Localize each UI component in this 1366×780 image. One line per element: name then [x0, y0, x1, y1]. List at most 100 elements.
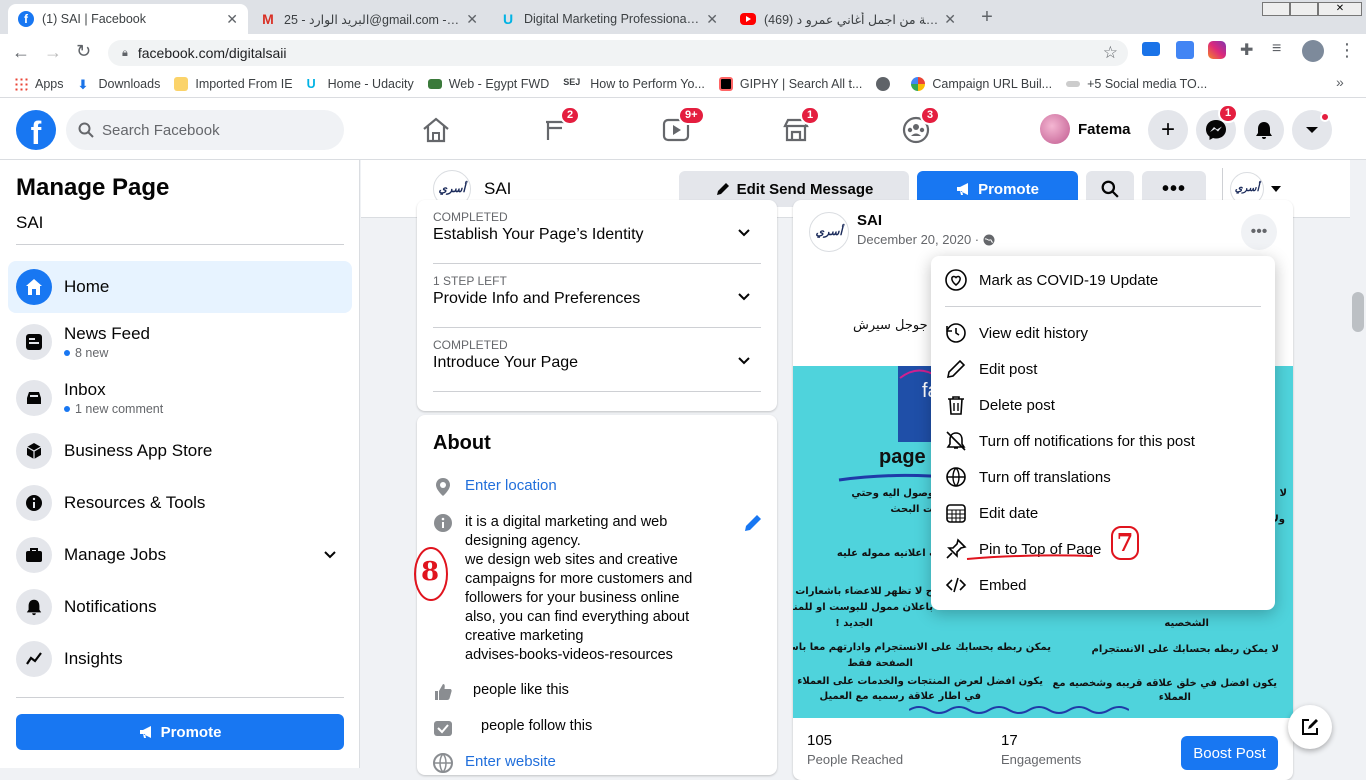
home-nav-icon[interactable] [420, 114, 452, 146]
sidebar-item-label: Insights [64, 649, 123, 668]
post-date[interactable]: December 20, 2020 · [857, 232, 979, 247]
profile-chip[interactable]: Fatema [1040, 112, 1141, 146]
bookmark-campaign[interactable]: Campaign URL Buil... [911, 76, 1052, 91]
follow-check-icon [434, 721, 452, 736]
bookmark-social[interactable]: +5 Social media TO... [1066, 77, 1207, 91]
bookmark-imported[interactable]: Imported From IE [174, 76, 293, 91]
translate-extension-icon[interactable] [1176, 41, 1194, 59]
bookmark-star-icon[interactable]: ☆ [1103, 43, 1118, 63]
close-icon[interactable]: ✕ [226, 11, 238, 28]
pencil-icon [946, 359, 966, 379]
more-bookmarks-icon[interactable]: » [1336, 74, 1344, 90]
description-line: we design web sites and creative [465, 552, 678, 568]
close-icon[interactable]: ✕ [944, 11, 956, 28]
menu-item-covid[interactable]: Mark as COVID-19 Update [945, 262, 1261, 298]
gmail-favicon: M [262, 11, 274, 27]
post-author[interactable]: SAI [857, 212, 882, 229]
location-link[interactable]: Enter location [465, 477, 557, 494]
tab-gmail[interactable]: M البريد الوارد - 25@gmail.com - Gmail ✕ [250, 4, 488, 34]
bookmark-fwd[interactable]: Web - Egypt FWD [427, 77, 549, 91]
sidebar-item-manage-jobs[interactable]: Manage Jobs [8, 529, 352, 581]
sidebar-item-notifications[interactable]: Notifications [8, 581, 352, 633]
extensions-puzzle-icon[interactable]: ✚ [1240, 40, 1253, 60]
menu-item-turn-off-notifications[interactable]: Turn off notifications for this post [945, 423, 1261, 459]
news-feed-icon [16, 324, 52, 360]
divider [945, 306, 1261, 307]
bookmark-label: Apps [35, 76, 64, 91]
sidebar-item-business-app-store[interactable]: Business App Store [8, 425, 352, 477]
post-author-avatar[interactable]: أسري [809, 212, 849, 252]
scrollbar-thumb[interactable] [1352, 292, 1364, 332]
menu-item-edit-post[interactable]: Edit post [945, 351, 1261, 387]
close-window-button[interactable]: ✕ [1318, 2, 1362, 16]
bell-icon [1256, 122, 1272, 139]
pages-nav-icon[interactable]: 2 [540, 106, 581, 146]
fwd-icon [427, 78, 442, 89]
promote-button[interactable]: Promote [16, 714, 344, 750]
groups-nav-icon[interactable]: 3 [900, 106, 941, 146]
page-name[interactable]: SAI [484, 179, 511, 199]
menu-item-edit-date[interactable]: Edit date [945, 495, 1261, 531]
setup-step[interactable]: COMPLETED Establish Your Page’s Identity [433, 210, 761, 264]
sidebar-item-news-feed[interactable]: News Feed 8 new [8, 315, 352, 369]
menu-item-delete-post[interactable]: Delete post [945, 387, 1261, 423]
menu-item-embed[interactable]: Embed [945, 567, 1261, 603]
new-tab-button[interactable]: + [974, 6, 1000, 28]
follows-row: people follow this [433, 718, 592, 738]
messenger-button[interactable]: 1 [1196, 104, 1239, 150]
back-arrow-icon[interactable]: ← [12, 42, 30, 63]
new-message-button[interactable] [1288, 705, 1332, 749]
tab-udacity[interactable]: U Digital Marketing Professional - U ✕ [490, 4, 728, 34]
sidebar-item-inbox[interactable]: Inbox 1 new comment [8, 371, 352, 425]
watch-nav-icon[interactable]: 9+ [660, 106, 705, 146]
profile-avatar[interactable] [1302, 40, 1324, 62]
setup-step[interactable]: COMPLETED Introduce Your Page [433, 338, 761, 392]
tab-youtube[interactable]: (469) ساعة من اجمل أغاني عمرو د ✕ [730, 4, 966, 34]
notifications-button[interactable] [1244, 110, 1284, 150]
location-row[interactable]: Enter location [433, 477, 557, 497]
search-input[interactable]: Search Facebook [66, 110, 344, 150]
account-menu-button[interactable] [1292, 110, 1332, 150]
reload-icon[interactable]: ↻ [76, 41, 91, 62]
step-status: COMPLETED [433, 338, 508, 352]
setup-step[interactable]: 1 STEP LEFT Provide Info and Preferences [433, 274, 761, 328]
sidebar-item-resources-tools[interactable]: Resources & Tools [8, 477, 352, 529]
restore-button[interactable] [1290, 2, 1318, 16]
instagram-extension-icon[interactable] [1208, 41, 1226, 59]
edit-send-message-label: Edit Send Message [736, 180, 874, 198]
edit-pencil-icon[interactable] [743, 513, 763, 533]
facebook-logo[interactable]: f [16, 110, 56, 150]
scrollbar[interactable] [1350, 160, 1366, 768]
compose-icon [1302, 719, 1318, 735]
kebab-menu-icon[interactable]: ⋮ [1338, 40, 1356, 61]
website-link[interactable]: Enter website [465, 753, 556, 770]
home-icon [16, 269, 52, 305]
description-line: advises-books-videos-resources [465, 647, 673, 663]
bookmark-sej[interactable]: SEJ How to Perform Yo... [563, 77, 705, 91]
sidebar-item-insights[interactable]: Insights [8, 633, 352, 685]
tab-title: (469) ساعة من اجمل أغاني عمرو د [764, 12, 939, 27]
pencil-icon [716, 183, 729, 195]
address-bar[interactable]: 🔒︎ facebook.com/digitalsaii ☆ [108, 40, 1128, 66]
bookmark-giphy[interactable]: GIPHY | Search All t... [718, 76, 862, 91]
media-queue-icon[interactable]: ≡ [1272, 40, 1281, 58]
camera-extension-icon[interactable] [1142, 42, 1160, 56]
bookmark-udacity[interactable]: U Home - Udacity [307, 77, 414, 91]
tab-facebook[interactable]: f (1) SAI | Facebook ✕ [8, 4, 248, 34]
bookmark-globe[interactable] [876, 76, 897, 91]
create-button[interactable]: + [1148, 110, 1188, 150]
sidebar-item-home[interactable]: Home [8, 261, 352, 313]
marketplace-nav-icon[interactable]: 1 [780, 106, 821, 146]
website-row[interactable]: Enter website [433, 753, 556, 773]
bookmark-apps[interactable]: Apps [14, 76, 64, 91]
menu-item-turn-off-translations[interactable]: Turn off translations [945, 459, 1261, 495]
forward-arrow-icon[interactable]: → [44, 42, 62, 63]
post-options-button[interactable]: ••• [1241, 214, 1277, 250]
bookmark-downloads[interactable]: ⬇ Downloads [78, 77, 161, 92]
close-icon[interactable]: ✕ [466, 11, 478, 28]
menu-item-view-edit-history[interactable]: View edit history [945, 315, 1261, 351]
chevron-down-icon[interactable] [322, 547, 338, 563]
close-icon[interactable]: ✕ [706, 11, 718, 28]
boost-post-button[interactable]: Boost Post [1181, 736, 1278, 770]
minimize-button[interactable] [1262, 2, 1290, 16]
